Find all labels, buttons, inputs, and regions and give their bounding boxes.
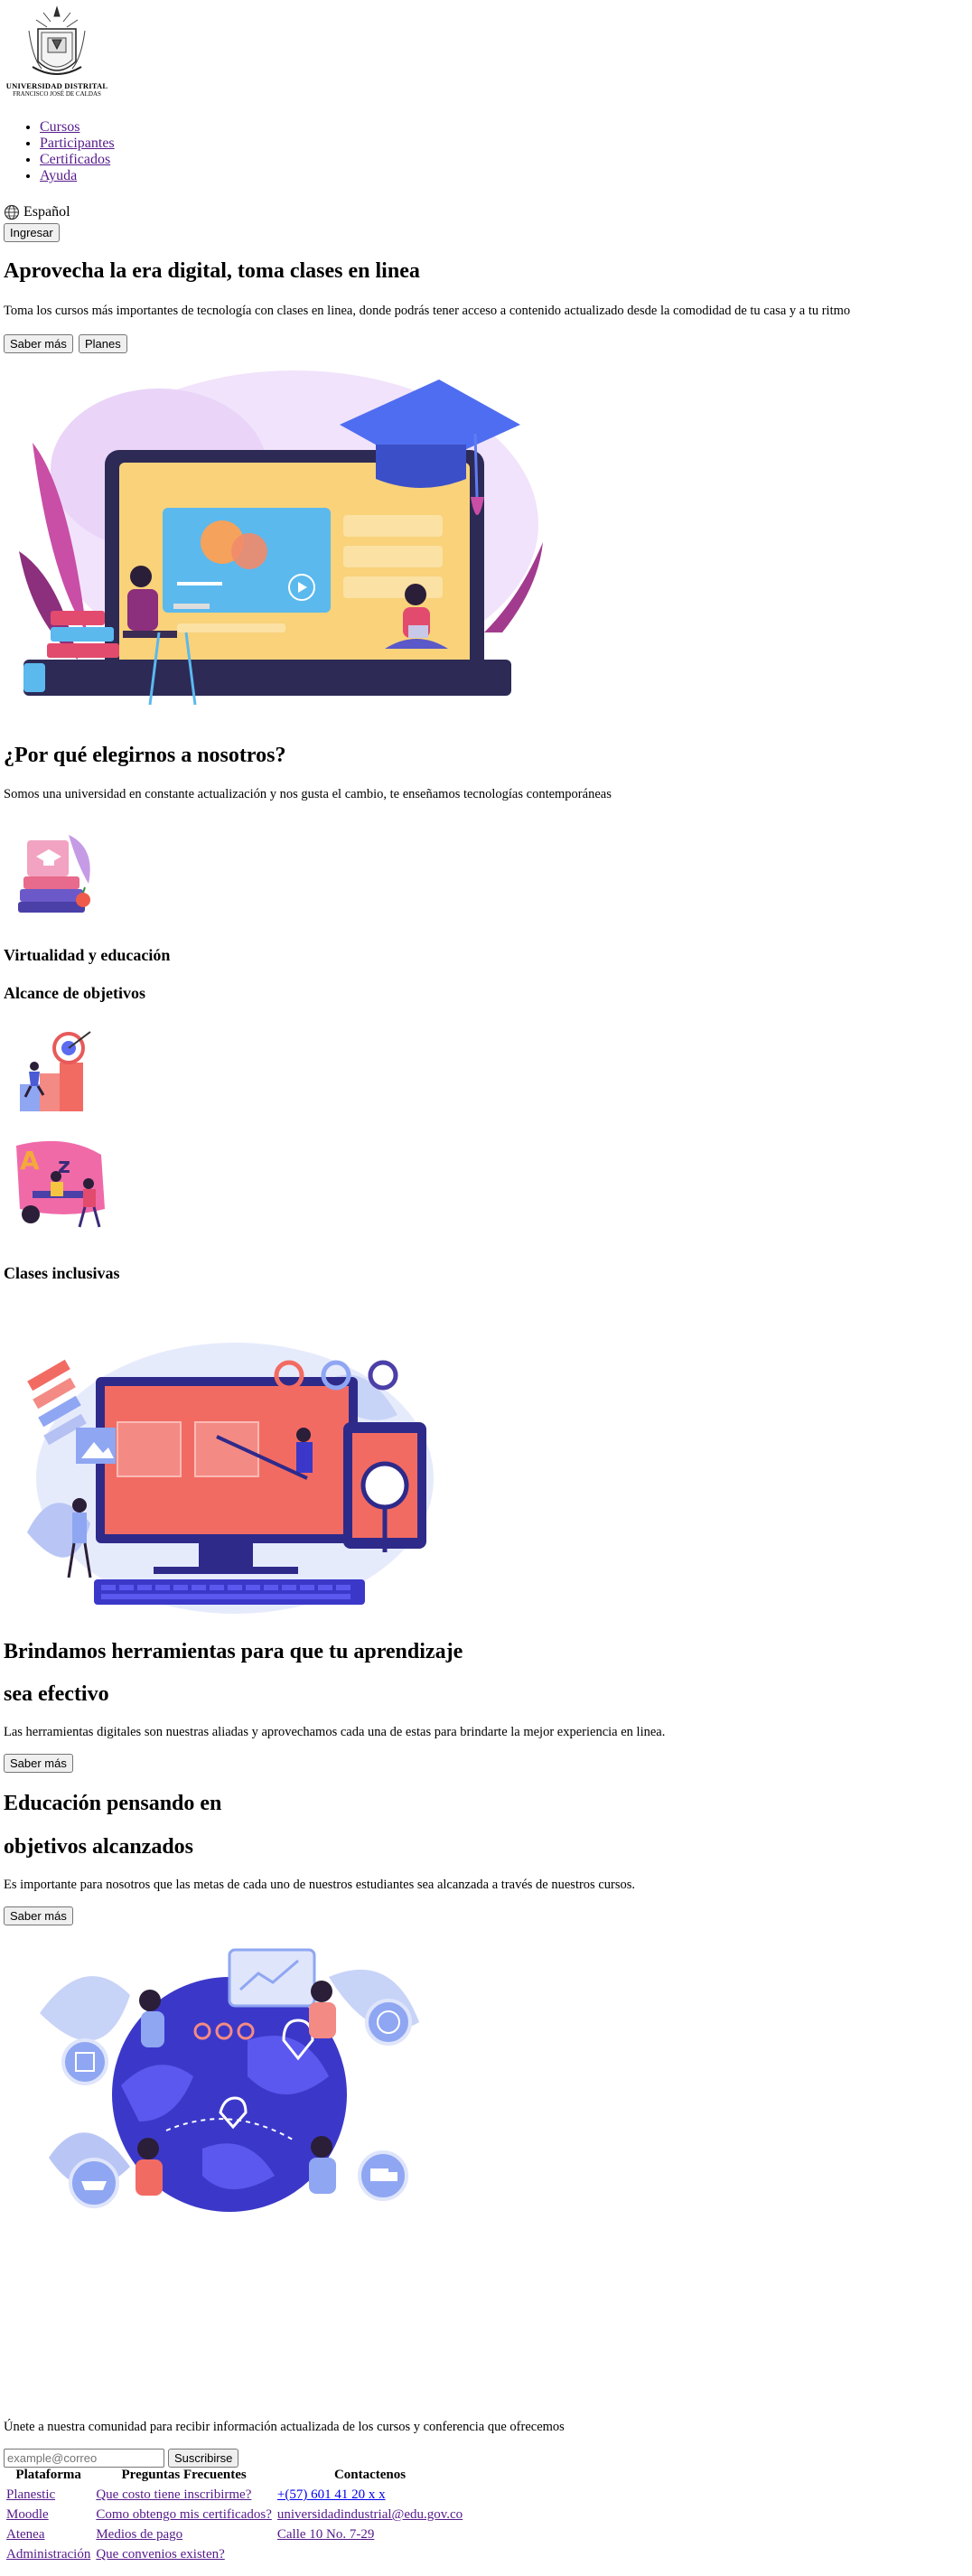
footer-link-convenios[interactable]: Que convenios existen? (96, 2547, 224, 2562)
hero-text: Toma los cursos más importantes de tecno… (4, 304, 851, 318)
newsletter-text: Únete a nuestra comunidad para recibir i… (4, 2420, 565, 2434)
footer-links-table: Plataforma Preguntas Frecuentes Contacte… (4, 2465, 465, 2564)
goals-title-line2: objetivos alcanzados (4, 1835, 193, 1859)
goals-illustration (31, 1941, 428, 2221)
hero-more-button[interactable]: Saber más (4, 334, 73, 353)
footer-col-plataforma-title: Plataforma (15, 2468, 81, 2482)
login-button[interactable]: Ingresar (4, 223, 60, 242)
hero-illustration (14, 361, 549, 712)
footer-link-phone[interactable]: +(57) 601 41 20 x x (277, 2487, 386, 2502)
feature-alcance-title: Alcance de objetivos (4, 984, 145, 1002)
nav-item-ayuda: Ayuda (40, 168, 115, 184)
nav-link-ayuda[interactable]: Ayuda (40, 168, 77, 183)
alcance-illustration (13, 1028, 101, 1115)
goals-more-button[interactable]: Saber más (4, 1906, 73, 1925)
footer-link-moodle[interactable]: Moodle (6, 2507, 49, 2522)
main-nav: Cursos Participantes Certificados Ayuda (22, 119, 115, 184)
language-label: Español (23, 204, 70, 220)
virtualidad-illustration (14, 829, 101, 920)
logo-text-line2: FRANCISCO JOSÉ DE CALDAS (13, 90, 101, 98)
tools-title-line1: Brindamos herramientas para que tu apren… (4, 1640, 463, 1663)
goals-text: Es importante para nosotros que las meta… (4, 1878, 635, 1892)
footer-link-administracion[interactable]: Administración (6, 2547, 90, 2562)
footer-link-certificados[interactable]: Como obtengo mis certificados? (96, 2507, 272, 2522)
footer-link-email[interactable]: universidadindustrial@edu.gov.co (277, 2507, 463, 2522)
nav-link-cursos[interactable]: Cursos (40, 119, 79, 135)
nav-link-certificados[interactable]: Certificados (40, 152, 110, 167)
footer-col-contactenos-title: Contactenos (333, 2468, 407, 2482)
nav-item-cursos: Cursos (40, 119, 115, 136)
university-logo[interactable]: UNIVERSIDAD DISTRITAL FRANCISCO JOSÉ DE … (5, 4, 108, 101)
hero-title: Aprovecha la era digital, toma clases en… (4, 259, 420, 283)
footer-link-atenea[interactable]: Atenea (6, 2527, 44, 2542)
nav-link-participantes[interactable]: Participantes (40, 136, 115, 151)
tools-text: Las herramientas digitales son nuestras … (4, 1725, 666, 1739)
footer-link-costo-inscripcion[interactable]: Que costo tiene inscribirme? (96, 2487, 251, 2502)
clases-inclusivas-illustration: A z (11, 1137, 112, 1234)
footer-link-medios-pago[interactable]: Medios de pago (96, 2527, 182, 2542)
why-title: ¿Por qué elegirnos a nosotros? (4, 744, 286, 767)
tools-more-button[interactable]: Saber más (4, 1754, 73, 1773)
feature-virtualidad-title: Virtualidad y educación (4, 946, 171, 964)
goals-title-line1: Educación pensando en (4, 1792, 222, 1815)
tools-illustration (18, 1316, 446, 1614)
globe-icon (4, 204, 20, 220)
language-selector[interactable]: Español (4, 204, 70, 220)
feature-inclusivas-title: Clases inclusivas (4, 1264, 120, 1282)
footer-link-address[interactable]: Calle 10 No. 7-29 (277, 2527, 374, 2542)
hero-plans-button[interactable]: Planes (79, 334, 127, 353)
tools-title-line2: sea efectivo (4, 1682, 109, 1706)
why-text: Somos una universidad en constante actua… (4, 787, 612, 801)
nav-item-participantes: Participantes (40, 136, 115, 152)
footer-link-planestic[interactable]: Planestic (6, 2487, 55, 2502)
nav-item-certificados: Certificados (40, 152, 115, 168)
svg-text:A: A (20, 1146, 40, 1176)
footer-col-preguntas-title: Preguntas Frecuentes (121, 2468, 247, 2482)
logo-text-line1: UNIVERSIDAD DISTRITAL (5, 81, 108, 90)
